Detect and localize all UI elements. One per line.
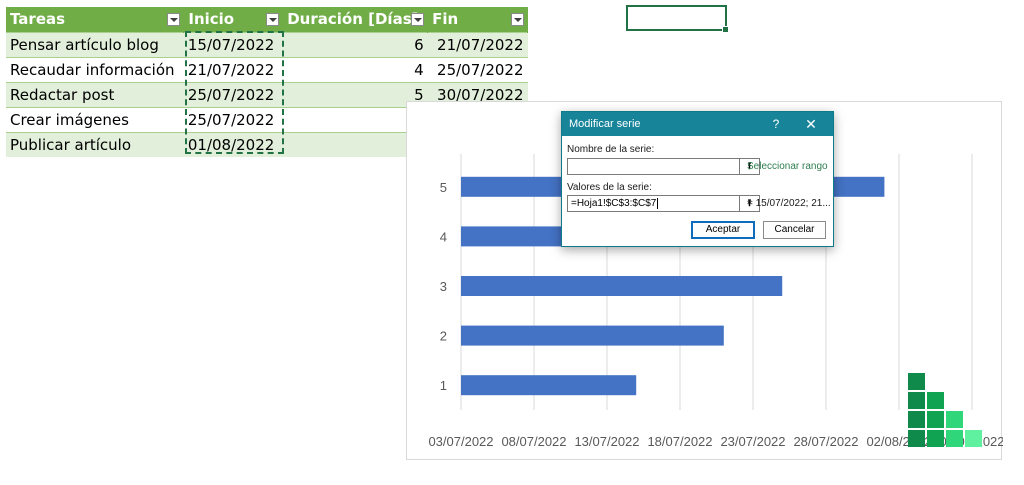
filter-dropdown-icon[interactable] <box>511 13 524 26</box>
table-row: Pensar artículo blog 15/07/2022 6 21/07/… <box>6 31 528 57</box>
x-tick-label: 28/07/2022 <box>793 434 858 449</box>
dialog-titlebar[interactable]: Modificar serie ? ✕ <box>562 112 833 136</box>
bar[interactable] <box>461 276 783 296</box>
x-tick-label: 13/07/2022 <box>574 434 639 449</box>
text-caret <box>657 197 659 209</box>
bar[interactable] <box>461 375 637 396</box>
series-values-preview: = 15/07/2022; 21... <box>747 198 831 209</box>
header-tareas[interactable]: Tareas <box>6 7 185 32</box>
logo-square <box>908 411 925 428</box>
close-icon[interactable]: ✕ <box>803 112 819 136</box>
header-fin[interactable]: Fin <box>427 7 528 32</box>
series-values-text: =Hoja1!$C$3:$C$7 <box>571 198 657 209</box>
accept-button[interactable]: Aceptar <box>691 221 755 239</box>
cell-end[interactable]: 25/07/2022 <box>427 56 528 82</box>
x-tick-label: 03/07/2022 <box>428 434 493 449</box>
series-name-input[interactable] <box>567 158 740 175</box>
cell-task[interactable]: Crear imágenes <box>6 106 184 132</box>
cancel-button[interactable]: Cancelar <box>763 221 826 239</box>
active-cell-selection[interactable] <box>626 5 729 33</box>
cell-task[interactable]: Redactar post <box>6 81 184 107</box>
brand-logo-icon <box>908 373 988 453</box>
dialog-title: Modificar serie <box>569 118 641 130</box>
logo-square <box>927 411 944 428</box>
cell-task[interactable]: Recaudar información <box>6 56 184 82</box>
filter-dropdown-icon[interactable] <box>411 13 425 26</box>
logo-square <box>908 430 925 447</box>
logo-square <box>946 411 963 428</box>
y-tick-label: 4 <box>440 229 447 244</box>
table-row: Recaudar información 21/07/2022 4 25/07/… <box>6 56 528 82</box>
cell-start[interactable]: 15/07/2022 <box>183 31 283 57</box>
logo-square <box>908 373 925 390</box>
logo-square <box>927 392 944 409</box>
cell-start[interactable]: 01/08/2022 <box>183 131 283 157</box>
y-tick-label: 2 <box>440 329 447 344</box>
filter-dropdown-icon[interactable] <box>167 13 181 26</box>
cell-start[interactable]: 25/07/2022 <box>183 106 283 132</box>
table-header-row: Tareas Inicio Duración [Días] Fin <box>6 7 528 32</box>
cell-duration[interactable]: 6 <box>282 31 428 57</box>
logo-square <box>908 392 925 409</box>
x-tick-label: 08/07/2022 <box>501 434 566 449</box>
header-inicio[interactable]: Inicio <box>183 7 284 32</box>
cell-end[interactable]: 21/07/2022 <box>427 31 528 57</box>
logo-square <box>965 430 982 447</box>
series-values-input[interactable]: =Hoja1!$C$3:$C$7 <box>567 195 740 212</box>
x-tick-label: 23/07/2022 <box>720 434 785 449</box>
y-tick-label: 1 <box>440 378 447 393</box>
modify-series-dialog: Modificar serie ? ✕ Nombre de la serie: … <box>561 111 834 247</box>
filter-dropdown-icon[interactable] <box>266 13 280 26</box>
bar[interactable] <box>461 325 724 346</box>
cell-task[interactable]: Pensar artículo blog <box>6 31 184 57</box>
cell-task[interactable]: Publicar artículo <box>6 131 184 157</box>
x-tick-label: 18/07/2022 <box>647 434 712 449</box>
logo-square <box>927 430 944 447</box>
cell-start[interactable]: 21/07/2022 <box>183 56 283 82</box>
series-name-label: Nombre de la serie: <box>567 144 655 155</box>
y-tick-label: 3 <box>440 279 447 294</box>
y-tick-label: 5 <box>440 180 447 195</box>
series-values-label: Valores de la serie: <box>567 182 652 193</box>
header-duracion[interactable]: Duración [Días] <box>282 7 429 32</box>
cell-duration[interactable]: 4 <box>282 56 428 82</box>
help-icon[interactable]: ? <box>769 112 783 136</box>
logo-square <box>946 430 963 447</box>
cell-start[interactable]: 25/07/2022 <box>183 81 283 107</box>
select-range-link[interactable]: Seleccionar rango <box>747 161 828 172</box>
